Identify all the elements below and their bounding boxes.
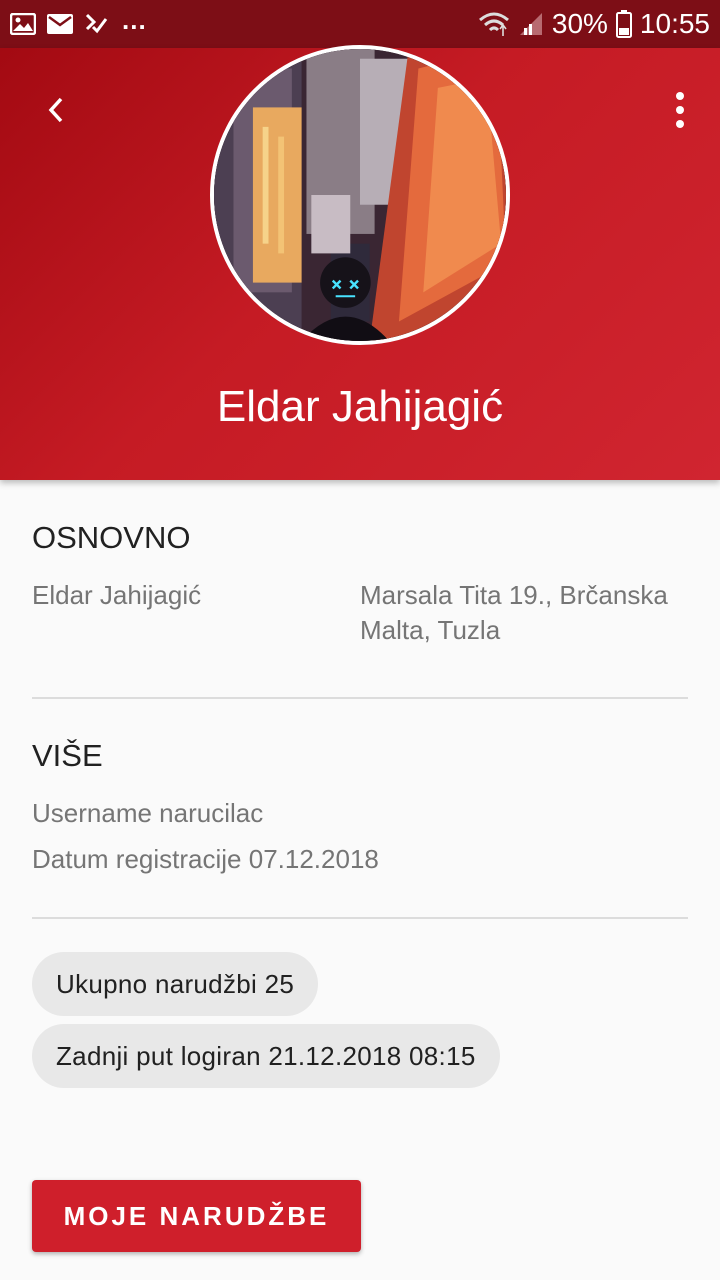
last-login-chip: Zadnji put logiran 21.12.2018 08:15 bbox=[32, 1024, 500, 1088]
mail-notification-icon bbox=[47, 14, 73, 34]
total-orders-label: Ukupno narudžbi 25 bbox=[56, 968, 295, 999]
profile-header: Eldar Jahijagić bbox=[0, 45, 720, 480]
username-value: Username narucilac bbox=[32, 798, 264, 828]
last-login-label: Zadnji put logiran 21.12.2018 08:15 bbox=[56, 1040, 476, 1071]
registration-date-value: Datum registracije 07.12.2018 bbox=[32, 844, 379, 874]
section-divider bbox=[32, 697, 688, 699]
profile-name: Eldar Jahijagić bbox=[216, 382, 504, 431]
my-orders-button[interactable]: MOJE NARUDŽBE bbox=[32, 1180, 361, 1252]
signal-icon bbox=[519, 13, 542, 35]
back-arrow-icon bbox=[48, 97, 63, 123]
wifi-icon bbox=[478, 12, 509, 36]
profile-avatar[interactable] bbox=[210, 45, 510, 345]
more-vert-icon bbox=[676, 92, 684, 100]
my-orders-button-label: MOJE NARUDŽBE bbox=[63, 1200, 330, 1231]
more-notifications-dots: ... bbox=[122, 4, 147, 35]
more-options-button[interactable] bbox=[660, 84, 700, 136]
battery-icon bbox=[615, 10, 632, 38]
battery-percent: 30% bbox=[551, 8, 608, 39]
system-status: 30% 10:55 bbox=[478, 8, 710, 40]
basic-name-value: Eldar Jahijagić bbox=[32, 580, 202, 610]
basic-address-value: Marsala Tita 19., Brčanska Malta, Tuzla bbox=[360, 580, 668, 645]
clock: 10:55 bbox=[639, 8, 710, 39]
avatar-city-image bbox=[214, 49, 506, 341]
image-notification-icon bbox=[10, 13, 36, 35]
total-orders-chip: Ukupno narudžbi 25 bbox=[32, 952, 319, 1016]
task-notification-icon bbox=[85, 13, 108, 34]
status-bar: ... 30% 10:55 bbox=[0, 0, 720, 48]
basic-section-title: OSNOVNO bbox=[32, 520, 191, 555]
more-section-title: VIŠE bbox=[32, 738, 103, 773]
notification-icons: ... bbox=[10, 5, 147, 36]
section-divider bbox=[32, 917, 688, 919]
back-button[interactable] bbox=[30, 84, 82, 136]
